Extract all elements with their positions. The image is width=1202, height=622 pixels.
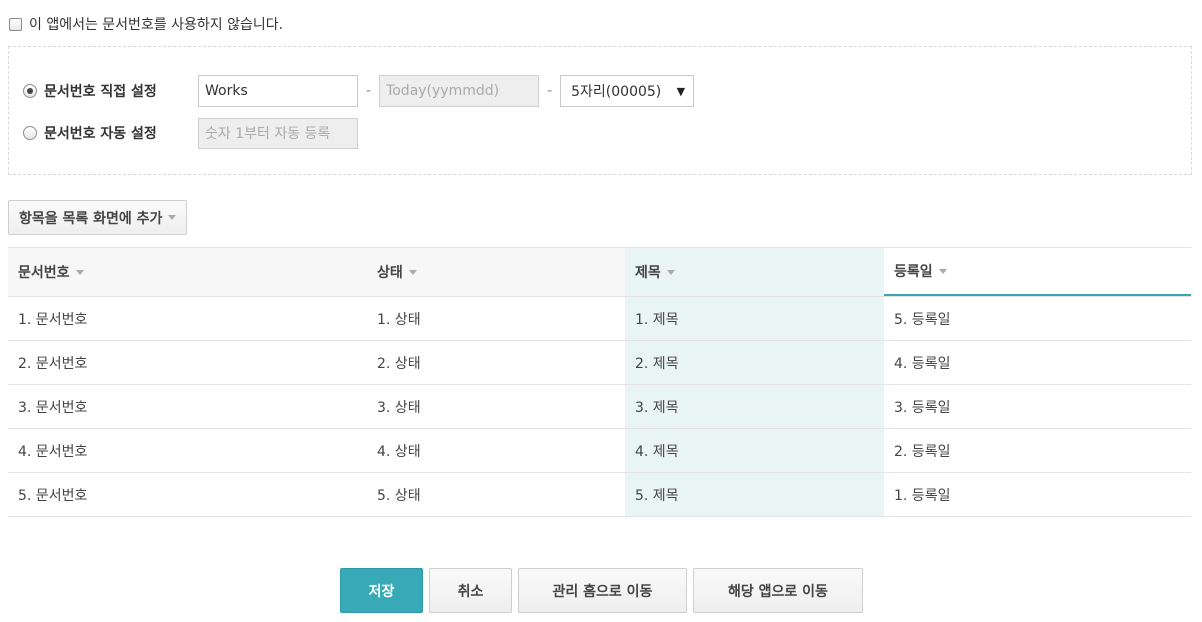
sort-caret-icon[interactable] [938,268,947,274]
table-header: 문서번호 상태 제목 등록일 [8,247,1191,297]
cell-doc-number: 5. 문서번호 [18,487,88,504]
cell-doc-number: 2. 문서번호 [18,355,88,372]
cell-doc-number: 1. 문서번호 [18,311,88,328]
dropdown-arrow-icon: ▼ [676,84,686,98]
sort-caret-icon[interactable] [75,269,84,275]
cell-doc-number: 4. 문서번호 [18,443,88,460]
cell-reg-date: 5. 등록일 [894,311,951,328]
separator-dash: - [547,83,553,99]
auto-setting-radio[interactable] [23,126,37,140]
add-column-button[interactable]: 항목을 목록 화면에 추가 [8,200,188,235]
disable-doc-number-label: 이 앱에서는 문서번호를 사용하지 않습니다. [29,17,284,33]
sort-caret-icon[interactable] [408,269,417,275]
manual-setting-row: 문서번호 직접 설정 Works - Today(yymmdd) - 5자리(0… [23,75,695,107]
go-app-button[interactable]: 해당 앱으로 이동 [693,568,863,613]
cell-title: 2. 제목 [625,341,884,384]
preview-table: 문서번호 상태 제목 등록일 1. 문서번호 1. 상태 1. 제목 5. 등록… [8,247,1191,517]
disable-doc-number-checkbox[interactable] [9,17,22,31]
add-column-label: 항목을 목록 화면에 추가 [19,210,163,227]
prefix-input[interactable]: Works [198,75,358,107]
column-header-status[interactable]: 상태 [367,248,625,296]
digits-select-value: 5자리(00005) [571,84,662,100]
cell-reg-date: 1. 등록일 [894,487,951,504]
manual-setting-label: 문서번호 직접 설정 [44,84,157,100]
cell-title: 4. 제목 [625,429,884,472]
table-row: 4. 문서번호 4. 상태 4. 제목 2. 등록일 [8,429,1191,473]
cell-title: 5. 제목 [625,473,884,516]
cell-reg-date: 2. 등록일 [894,443,951,460]
auto-setting-row: 문서번호 자동 설정 숫자 1부터 자동 등록 [23,117,358,149]
auto-number-field: 숫자 1부터 자동 등록 [198,117,358,149]
table-row: 1. 문서번호 1. 상태 1. 제목 5. 등록일 [8,297,1191,341]
cell-title: 1. 제목 [625,297,884,340]
cancel-button[interactable]: 취소 [429,568,512,613]
date-format-field: Today(yymmdd) [379,75,540,107]
auto-setting-label: 문서번호 자동 설정 [44,126,157,142]
disable-doc-number-option[interactable]: 이 앱에서는 문서번호를 사용하지 않습니다. [9,15,283,33]
cell-status: 1. 상태 [377,311,421,328]
sort-caret-icon[interactable] [666,269,675,275]
cell-status: 2. 상태 [377,355,421,372]
separator-dash: - [366,83,372,99]
cell-reg-date: 3. 등록일 [894,399,951,416]
doc-number-settings-box: 문서번호 직접 설정 Works - Today(yymmdd) - 5자리(0… [8,46,1192,175]
save-button[interactable]: 저장 [340,568,423,613]
cell-doc-number: 3. 문서번호 [18,399,88,416]
cell-title: 3. 제목 [625,385,884,428]
column-header-title[interactable]: 제목 [625,248,884,296]
caret-down-icon [168,215,177,220]
table-row: 5. 문서번호 5. 상태 5. 제목 1. 등록일 [8,473,1191,517]
manual-setting-radio[interactable] [23,84,37,98]
cell-status: 5. 상태 [377,487,421,504]
cell-status: 4. 상태 [377,443,421,460]
column-header-reg-date[interactable]: 등록일 [884,248,1191,296]
cell-reg-date: 4. 등록일 [894,355,951,372]
column-header-doc-number[interactable]: 문서번호 [8,248,367,296]
table-row: 3. 문서번호 3. 상태 3. 제목 3. 등록일 [8,385,1191,429]
table-row: 2. 문서번호 2. 상태 2. 제목 4. 등록일 [8,341,1191,385]
digits-select[interactable]: 5자리(00005) ▼ [560,75,695,107]
go-admin-home-button[interactable]: 관리 홈으로 이동 [518,568,687,613]
action-buttons: 저장 취소 관리 홈으로 이동 해당 앱으로 이동 [340,568,863,613]
cell-status: 3. 상태 [377,399,421,416]
